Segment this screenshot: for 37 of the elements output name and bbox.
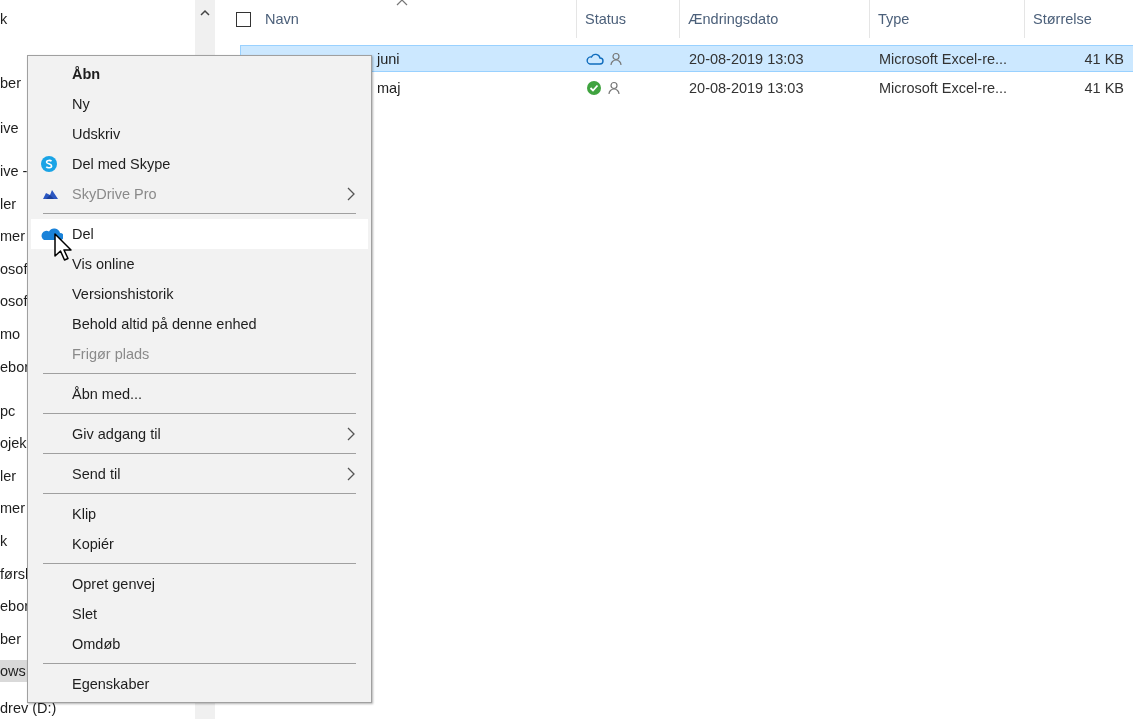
menu-item[interactable]: Åbn med...	[31, 379, 368, 409]
person-icon	[608, 80, 620, 95]
column-header[interactable]: Størrelse	[1025, 0, 1133, 38]
file-name: maj	[376, 79, 402, 96]
scroll-up-icon[interactable]	[199, 8, 211, 18]
type-cell-text: Microsoft Excel-re...	[878, 79, 1009, 96]
column-header[interactable]: Ændringsdato	[680, 0, 870, 38]
size-cell-text: 41 KB	[1083, 79, 1125, 96]
menu-item[interactable]: Klip	[31, 499, 368, 529]
menu-item[interactable]: Giv adgang til	[31, 419, 368, 449]
skype-icon	[41, 156, 57, 172]
type-cell-text: Microsoft Excel-re...	[878, 50, 1009, 67]
menu-item[interactable]: Udskriv	[31, 119, 368, 149]
file-row[interactable]: juni 20-08-2019 13:03 Microsoft Excel-re... 41 KB	[240, 45, 1133, 72]
menu-item[interactable]: Opret genvej	[31, 569, 368, 599]
menu-item[interactable]: Del	[31, 219, 368, 249]
column-header[interactable]: Type	[870, 0, 1025, 38]
sidebar-item[interactable]: drev (D:)	[0, 699, 195, 718]
column-label: Navn	[265, 11, 299, 27]
column-header[interactable]: Status	[577, 0, 680, 38]
select-all-checkbox[interactable]	[236, 11, 251, 27]
menu-item[interactable]: Del med Skype	[31, 149, 368, 179]
mouse-pointer-icon	[54, 233, 73, 262]
person-icon	[610, 51, 622, 66]
file-name: juni	[375, 50, 401, 67]
menu-item[interactable]: Omdøb	[31, 629, 368, 659]
menu-item[interactable]: Kopiér	[31, 529, 368, 559]
menu-item[interactable]: Send til	[31, 459, 368, 489]
menu-item[interactable]: Vis online	[31, 249, 368, 279]
menu-item[interactable]: Slet	[31, 599, 368, 629]
date-cell-text: 20-08-2019 13:03	[688, 50, 805, 67]
size-cell-text: 41 KB	[1083, 50, 1125, 67]
sidebar-item[interactable]: k	[0, 8, 195, 30]
menu-item[interactable]: Egenskaber	[31, 669, 368, 699]
menu-item[interactable]: Versionshistorik	[31, 279, 368, 309]
date-cell-text: 20-08-2019 13:03	[688, 79, 805, 96]
menu-item[interactable]: Behold altid på denne enhed	[31, 309, 368, 339]
